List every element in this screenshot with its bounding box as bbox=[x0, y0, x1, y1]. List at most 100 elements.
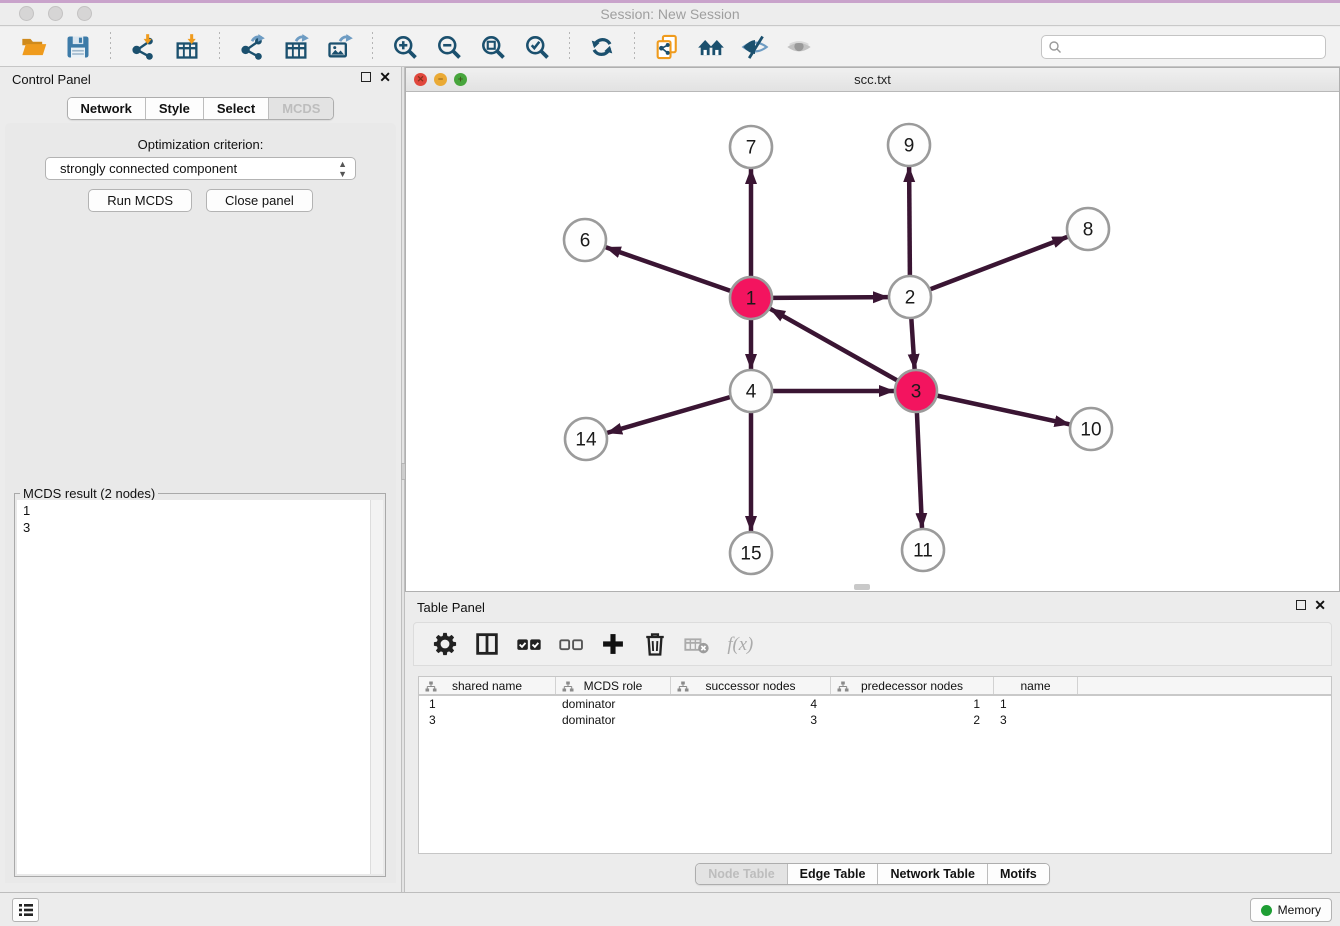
zoom-in-icon[interactable] bbox=[390, 32, 420, 62]
cell-MCDS-role[interactable]: dominator bbox=[556, 696, 671, 712]
zoom-fit-icon[interactable] bbox=[478, 32, 508, 62]
column-header-successor-nodes[interactable]: successor nodes bbox=[671, 677, 831, 694]
close-table-panel-icon[interactable]: ✕ bbox=[1314, 600, 1326, 610]
table-panel: Table Panel ✕ f(x) shared nameMCDS roles… bbox=[405, 595, 1340, 889]
task-history-button[interactable] bbox=[12, 898, 39, 922]
cell-shared-name[interactable]: 3 bbox=[419, 712, 556, 728]
tab-network-table[interactable]: Network Table bbox=[878, 864, 988, 884]
import-network-icon[interactable] bbox=[128, 32, 158, 62]
control-panel-title: Control Panel bbox=[12, 72, 91, 87]
graph-node-4[interactable]: 4 bbox=[730, 370, 772, 412]
memory-button[interactable]: Memory bbox=[1250, 898, 1332, 922]
add-column-icon[interactable] bbox=[598, 629, 628, 659]
edge-2-8[interactable] bbox=[930, 237, 1068, 290]
zoom-out-icon[interactable] bbox=[434, 32, 464, 62]
edge-1-6[interactable] bbox=[606, 247, 731, 291]
select-all-columns-icon[interactable] bbox=[514, 629, 544, 659]
cell-MCDS-role[interactable]: dominator bbox=[556, 712, 671, 728]
cell-name[interactable]: 1 bbox=[994, 696, 1078, 712]
hide-graphics-details-icon[interactable] bbox=[740, 32, 770, 62]
run-mcds-button[interactable]: Run MCDS bbox=[88, 189, 192, 212]
float-table-panel-icon[interactable] bbox=[1296, 600, 1306, 610]
graph-node-14[interactable]: 14 bbox=[565, 418, 607, 460]
float-panel-icon[interactable] bbox=[361, 72, 371, 82]
import-table-icon[interactable] bbox=[172, 32, 202, 62]
criterion-dropdown[interactable]: strongly connected component ▲▼ bbox=[45, 157, 356, 180]
column-label: successor nodes bbox=[705, 679, 795, 693]
tab-network[interactable]: Network bbox=[68, 98, 146, 119]
mcds-result-line: 1 bbox=[23, 502, 364, 519]
edge-1-2[interactable] bbox=[772, 297, 888, 298]
mcds-result-line: 3 bbox=[23, 519, 364, 536]
refresh-icon[interactable] bbox=[587, 32, 617, 62]
graph-node-10[interactable]: 10 bbox=[1070, 408, 1112, 450]
tab-style[interactable]: Style bbox=[146, 98, 204, 119]
table-header-row: shared nameMCDS role successor nodes prede… bbox=[419, 677, 1331, 696]
search-input[interactable] bbox=[1041, 35, 1326, 59]
edge-2-3[interactable] bbox=[911, 318, 914, 369]
toolbar-separator bbox=[219, 32, 220, 62]
graph-node-7[interactable]: 7 bbox=[730, 126, 772, 168]
search-icon bbox=[1048, 40, 1062, 54]
tab-select[interactable]: Select bbox=[204, 98, 269, 119]
edge-3-11[interactable] bbox=[917, 412, 922, 528]
settings-icon[interactable] bbox=[430, 629, 460, 659]
open-session-icon[interactable] bbox=[19, 32, 49, 62]
cell-successor-nodes[interactable]: 4 bbox=[671, 696, 831, 712]
graph-node-2[interactable]: 2 bbox=[889, 276, 931, 318]
edge-3-10[interactable] bbox=[937, 396, 1070, 425]
edge-3-1[interactable] bbox=[770, 309, 898, 381]
cell-successor-nodes[interactable]: 3 bbox=[671, 712, 831, 728]
tab-edge-table[interactable]: Edge Table bbox=[788, 864, 879, 884]
save-session-icon[interactable] bbox=[63, 32, 93, 62]
graph-node-1[interactable]: 1 bbox=[730, 277, 772, 319]
export-network-icon[interactable] bbox=[237, 32, 267, 62]
edge-2-9[interactable] bbox=[909, 167, 910, 276]
split-columns-icon[interactable] bbox=[472, 629, 502, 659]
control-panel: Control Panel ✕ NetworkStyleSelectMCDS O… bbox=[0, 67, 401, 892]
titlebar-accent bbox=[0, 0, 1340, 3]
export-table-icon[interactable] bbox=[281, 32, 311, 62]
table-row[interactable]: 1dominator411 bbox=[419, 696, 1331, 712]
edge-4-14[interactable] bbox=[607, 397, 731, 433]
network-window-titlebar: ✕ − + scc.txt bbox=[406, 68, 1339, 92]
column-header-MCDS-role[interactable]: MCDS role bbox=[556, 677, 671, 694]
toolbar-separator bbox=[634, 32, 635, 62]
cell-predecessor-nodes[interactable]: 1 bbox=[831, 696, 994, 712]
graph-node-9[interactable]: 9 bbox=[888, 124, 930, 166]
graph-node-3[interactable]: 3 bbox=[895, 370, 937, 412]
network-window-title: scc.txt bbox=[406, 72, 1339, 87]
memory-label: Memory bbox=[1278, 903, 1321, 917]
list-icon bbox=[18, 903, 34, 917]
graph-node-6[interactable]: 6 bbox=[564, 219, 606, 261]
criterion-dropdown-value: strongly connected component bbox=[60, 161, 237, 176]
home-icon[interactable] bbox=[696, 32, 726, 62]
mcds-result-text[interactable]: 13 bbox=[17, 500, 370, 874]
clone-network-icon[interactable] bbox=[652, 32, 682, 62]
network-view-window: ✕ − + scc.txt 7 9 6 8 1 2 4 3 14 10 15 11 bbox=[405, 67, 1340, 592]
graph-node-11[interactable]: 11 bbox=[902, 529, 944, 571]
column-header-predecessor-nodes[interactable]: predecessor nodes bbox=[831, 677, 994, 694]
mcds-result-scrollbar[interactable] bbox=[370, 500, 383, 874]
graph-node-8[interactable]: 8 bbox=[1067, 208, 1109, 250]
network-canvas[interactable]: 7 9 6 8 1 2 4 3 14 10 15 11 bbox=[406, 92, 1339, 591]
column-header-name[interactable]: name bbox=[994, 677, 1078, 694]
cell-shared-name[interactable]: 1 bbox=[419, 696, 556, 712]
close-panel-button[interactable]: Close panel bbox=[206, 189, 313, 212]
tab-mcds[interactable]: MCDS bbox=[269, 98, 333, 119]
deselect-all-columns-icon[interactable] bbox=[556, 629, 586, 659]
table-row[interactable]: 3dominator323 bbox=[419, 712, 1331, 728]
node-label: 8 bbox=[1083, 220, 1094, 241]
cell-name[interactable]: 3 bbox=[994, 712, 1078, 728]
node-table: shared nameMCDS role successor nodes prede… bbox=[418, 676, 1332, 854]
close-panel-icon[interactable]: ✕ bbox=[379, 72, 391, 82]
tab-motifs[interactable]: Motifs bbox=[988, 864, 1049, 884]
canvas-scroll-grip[interactable] bbox=[854, 584, 870, 590]
cell-predecessor-nodes[interactable]: 2 bbox=[831, 712, 994, 728]
tab-node-table[interactable]: Node Table bbox=[696, 864, 787, 884]
graph-node-15[interactable]: 15 bbox=[730, 532, 772, 574]
export-image-icon[interactable] bbox=[325, 32, 355, 62]
column-header-shared-name[interactable]: shared name bbox=[419, 677, 556, 694]
zoom-selected-icon[interactable] bbox=[522, 32, 552, 62]
delete-column-icon[interactable] bbox=[640, 629, 670, 659]
